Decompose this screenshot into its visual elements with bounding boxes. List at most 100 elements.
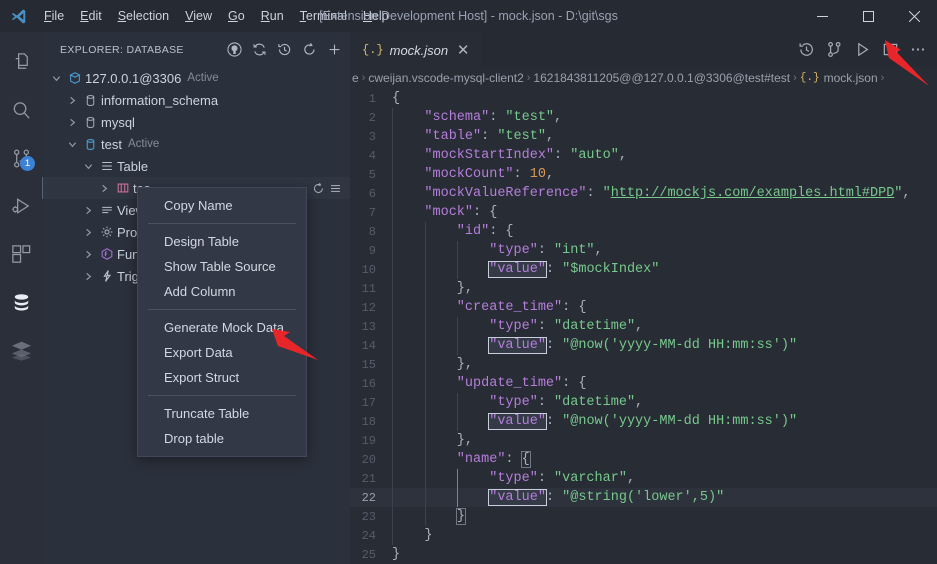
- code-line[interactable]: 12 "create_time": {: [350, 298, 937, 317]
- code-line[interactable]: 4 "mockStartIndex": "auto",: [350, 146, 937, 165]
- menu-bar[interactable]: File Edit Selection View Go Run Terminal Help: [36, 0, 397, 32]
- tree-item-127-0-0-1-3306[interactable]: 127.0.0.1@3306 Active: [42, 67, 350, 89]
- ctx-export-data[interactable]: Export Data: [138, 340, 306, 365]
- run-icon[interactable]: [849, 37, 875, 63]
- tree-item-test[interactable]: test Active: [42, 133, 350, 155]
- code-line[interactable]: 13 "type": "datetime",: [350, 317, 937, 336]
- chevron-down-icon[interactable]: [80, 161, 96, 172]
- chevron-right-icon[interactable]: [64, 95, 80, 106]
- breadcrumb-segment[interactable]: e: [352, 71, 359, 85]
- code-line[interactable]: 21 "type": "varchar",: [350, 469, 937, 488]
- close-icon[interactable]: ✕: [454, 43, 472, 58]
- add-connection-icon[interactable]: [324, 40, 344, 60]
- breadcrumb-segment[interactable]: {.} mock.json: [800, 71, 878, 85]
- minimize-button[interactable]: [799, 0, 845, 32]
- menu-edit[interactable]: Edit: [72, 0, 110, 32]
- code-line[interactable]: 5 "mockCount": 10,: [350, 165, 937, 184]
- code-line[interactable]: 6 "mockValueReference": "http://mockjs.c…: [350, 184, 937, 203]
- code-line[interactable]: 25}: [350, 545, 937, 564]
- code-line[interactable]: 18 "value": "@now('yyyy-MM-dd HH:mm:ss')…: [350, 412, 937, 431]
- code-line[interactable]: 15 },: [350, 355, 937, 374]
- github-icon[interactable]: [224, 40, 244, 60]
- menu-file[interactable]: File: [36, 0, 72, 32]
- code-text: "type": "varchar",: [392, 471, 635, 486]
- breadcrumb-segment[interactable]: cweijan.vscode-mysql-client2: [368, 71, 523, 85]
- menu-terminal[interactable]: Terminal: [292, 0, 355, 32]
- breadcrumb-label: cweijan.vscode-mysql-client2: [368, 71, 524, 85]
- code-line[interactable]: 2 "schema": "test",: [350, 108, 937, 127]
- code-line[interactable]: 16 "update_time": {: [350, 374, 937, 393]
- chevron-right-icon[interactable]: [96, 183, 112, 194]
- chevron-right-icon[interactable]: [80, 205, 96, 216]
- activity-explorer-icon[interactable]: [0, 38, 42, 86]
- code-line[interactable]: 10 "value": "$mockIndex": [350, 260, 937, 279]
- chevron-right-icon[interactable]: [80, 227, 96, 238]
- chevron-down-icon[interactable]: [48, 73, 64, 84]
- ctx-show-table-source[interactable]: Show Table Source: [138, 254, 306, 279]
- activity-nosql-icon[interactable]: [0, 326, 42, 374]
- activity-run-debug-icon[interactable]: [0, 182, 42, 230]
- refresh-icon[interactable]: [299, 40, 319, 60]
- code-line[interactable]: 19 },: [350, 431, 937, 450]
- history-icon[interactable]: [274, 40, 294, 60]
- split-editor-icon[interactable]: [877, 37, 903, 63]
- menu-icon[interactable]: [329, 182, 342, 195]
- ctx-export-struct[interactable]: Export Struct: [138, 365, 306, 390]
- menu-view[interactable]: View: [177, 0, 220, 32]
- code-token: ,: [545, 167, 555, 182]
- ctx-truncate-table[interactable]: Truncate Table: [138, 401, 306, 426]
- code-line[interactable]: 14 "value": "@now('yyyy-MM-dd HH:mm:ss')…: [350, 336, 937, 355]
- code-line[interactable]: 1{: [350, 89, 937, 108]
- tab-mock-json[interactable]: {.} mock.json ✕: [350, 32, 483, 67]
- compare-changes-icon[interactable]: [821, 37, 847, 63]
- refresh-icon[interactable]: [312, 182, 325, 195]
- code-line[interactable]: 17 "type": "datetime",: [350, 393, 937, 412]
- activity-search-icon[interactable]: [0, 86, 42, 134]
- menu-run[interactable]: Run: [253, 0, 292, 32]
- breadcrumb[interactable]: e › cweijan.vscode-mysql-client2 › 162184381…: [350, 67, 937, 89]
- code-line[interactable]: 9 "type": "int",: [350, 241, 937, 260]
- code-line[interactable]: 8 "id": {: [350, 222, 937, 241]
- maximize-button[interactable]: [845, 0, 891, 32]
- ctx-design-table[interactable]: Design Table: [138, 229, 306, 254]
- menu-go[interactable]: Go: [220, 0, 253, 32]
- tree-item-mysql[interactable]: mysql: [42, 111, 350, 133]
- more-actions-icon[interactable]: ⋯: [905, 37, 931, 63]
- breadcrumb-segment[interactable]: 1621843811205@@127.0.0.1@3306@test#test: [533, 71, 790, 85]
- code-token: :: [545, 262, 563, 277]
- code-editor[interactable]: 1{2 "schema": "test", 3 "table": "test", 4…: [350, 89, 937, 564]
- code-line[interactable]: 3 "table": "test",: [350, 127, 937, 146]
- ctx-generate-mock-data[interactable]: Generate Mock Data: [138, 315, 306, 340]
- ctx-copy-name[interactable]: Copy Name: [138, 193, 306, 218]
- tree-item-table[interactable]: Table: [42, 155, 350, 177]
- chevron-right-icon[interactable]: [64, 117, 80, 128]
- close-button[interactable]: [891, 0, 937, 32]
- table-icon: [112, 181, 133, 195]
- menu-accel: H: [362, 9, 372, 23]
- code-line[interactable]: 20 "name": {: [350, 450, 937, 469]
- code-line[interactable]: 7 "mock": {: [350, 203, 937, 222]
- code-line[interactable]: 23 }: [350, 507, 937, 526]
- menu-selection[interactable]: Selection: [110, 0, 177, 32]
- chevron-right-icon[interactable]: [80, 271, 96, 282]
- activity-database-icon[interactable]: [0, 278, 42, 326]
- ctx-add-column[interactable]: Add Column: [138, 279, 306, 304]
- menu-separator: [148, 395, 296, 396]
- indent-guide: [424, 412, 426, 431]
- tree-item-information-schema[interactable]: information_schema: [42, 89, 350, 111]
- activity-extensions-icon[interactable]: [0, 230, 42, 278]
- tree-item-label: information_schema: [101, 92, 219, 108]
- ctx-drop-table[interactable]: Drop table: [138, 426, 306, 451]
- chevron-right-icon[interactable]: [80, 249, 96, 260]
- code-line[interactable]: 24 }: [350, 526, 937, 545]
- activity-source-control-icon[interactable]: 1: [0, 134, 42, 182]
- menu-help[interactable]: Help: [355, 0, 397, 32]
- table-context-menu[interactable]: Copy Name Design Table Show Table Source Ad…: [137, 187, 307, 457]
- sync-icon[interactable]: [249, 40, 269, 60]
- code-line[interactable]: 22 "value": "@string('lower',5)": [350, 488, 937, 507]
- line-number: 2: [368, 110, 376, 125]
- timeline-icon[interactable]: [793, 37, 819, 63]
- chevron-down-icon[interactable]: [64, 139, 80, 150]
- code-line[interactable]: 11 },: [350, 279, 937, 298]
